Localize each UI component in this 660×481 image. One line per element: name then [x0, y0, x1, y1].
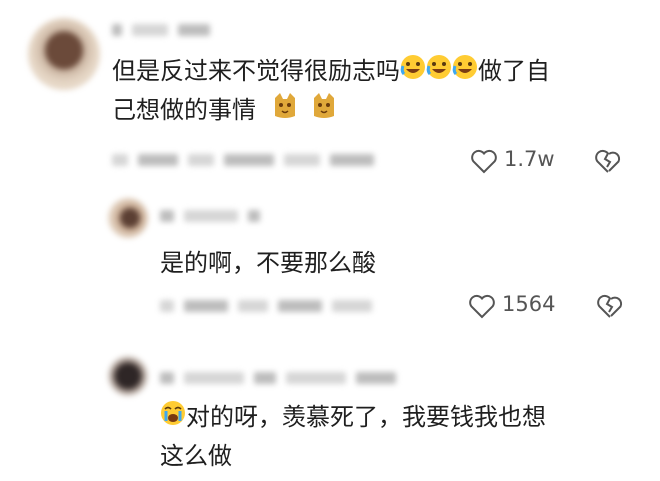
laughing-crying-emoji-icon	[452, 53, 478, 91]
like-count: 1564	[502, 292, 556, 316]
comment-meta	[112, 154, 384, 166]
avatar[interactable]	[108, 198, 148, 238]
dislike-broken-heart-icon[interactable]	[596, 293, 624, 319]
reply-text: 对的呀，羡慕死了，我要钱我也想 这么做	[160, 398, 640, 475]
comment-meta	[160, 300, 382, 312]
dislike-broken-heart-icon[interactable]	[594, 148, 622, 174]
username[interactable]	[112, 24, 220, 36]
cat-emoji-icon	[272, 92, 298, 131]
avatar[interactable]	[28, 18, 100, 90]
laughing-crying-emoji-icon	[400, 53, 426, 91]
cat-emoji-icon	[311, 92, 337, 131]
reply-text: 是的啊，不要那么酸	[160, 249, 376, 277]
username[interactable]	[160, 372, 406, 384]
like-count: 1.7w	[504, 147, 555, 171]
like-heart-icon[interactable]	[470, 148, 498, 174]
comment-text: 但是反过来不觉得很励志吗 做了自 己想做的事情	[112, 52, 642, 131]
laughing-crying-emoji-icon	[426, 53, 452, 91]
username[interactable]	[160, 210, 270, 222]
crying-emoji-icon	[160, 399, 186, 437]
avatar[interactable]	[108, 356, 148, 396]
like-heart-icon[interactable]	[468, 293, 496, 319]
